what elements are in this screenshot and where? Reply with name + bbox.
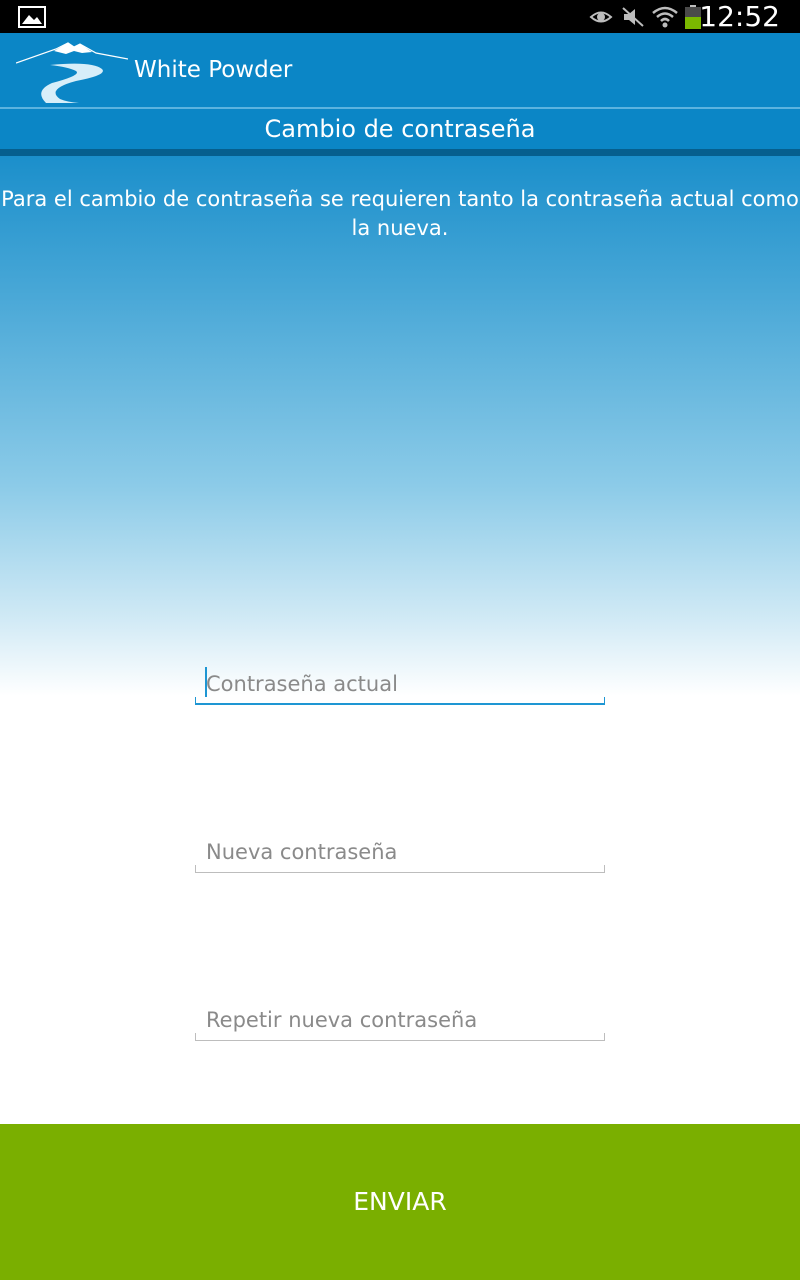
app-title: White Powder: [134, 57, 293, 83]
status-time: 12:52: [699, 0, 780, 33]
status-bar: 12:52: [0, 0, 800, 33]
submit-button[interactable]: ENVIAR: [0, 1124, 800, 1280]
instructions-text: Para el cambio de contraseña se requiere…: [1, 187, 799, 240]
new-password-underline: [195, 865, 605, 873]
text-cursor: [205, 667, 207, 697]
gallery-notification-icon: [18, 6, 46, 28]
eye-icon: [589, 11, 613, 23]
section-title: Cambio de contraseña: [0, 109, 800, 149]
action-bar: White Powder: [0, 33, 800, 108]
section-divider: [0, 149, 800, 156]
mountain-logo[interactable]: [16, 39, 128, 103]
wifi-icon: [652, 6, 678, 28]
current-password-underline: [195, 697, 605, 705]
repeat-password-underline: [195, 1033, 605, 1041]
content-background: [0, 156, 800, 1124]
mute-icon: [622, 7, 644, 27]
